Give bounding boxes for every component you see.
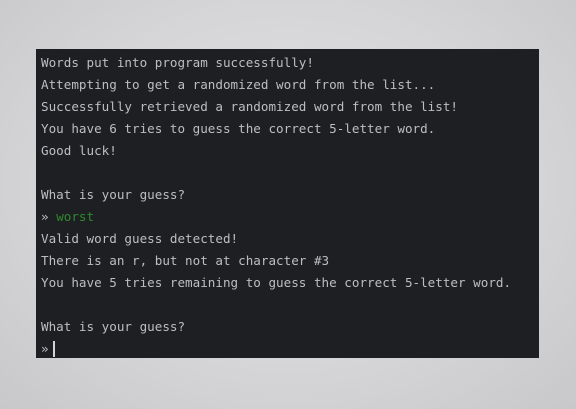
text-cursor[interactable]: [52, 340, 55, 357]
active-input-line[interactable]: »: [41, 338, 539, 358]
output-line: You have 6 tries to guess the correct 5-…: [41, 121, 436, 136]
guess-prompt: What is your guess?: [41, 319, 186, 334]
output-line: Words put into program successfully!: [41, 55, 314, 70]
output-line: Good luck!: [41, 143, 117, 158]
input-line: » worst: [41, 206, 539, 228]
output-line: There is an r, but not at character #3: [41, 253, 330, 268]
terminal-output[interactable]: Words put into program successfully! Att…: [36, 49, 539, 358]
output-line: Attempting to get a randomized word from…: [41, 77, 436, 92]
user-guess-input: worst: [56, 209, 95, 224]
prompt-symbol: »: [41, 341, 49, 356]
output-line: Successfully retrieved a randomized word…: [41, 99, 459, 114]
output-line: You have 5 tries remaining to guess the …: [41, 275, 512, 290]
guess-prompt: What is your guess?: [41, 187, 186, 202]
output-line: Valid word guess detected!: [41, 231, 239, 246]
prompt-symbol: »: [41, 209, 49, 224]
